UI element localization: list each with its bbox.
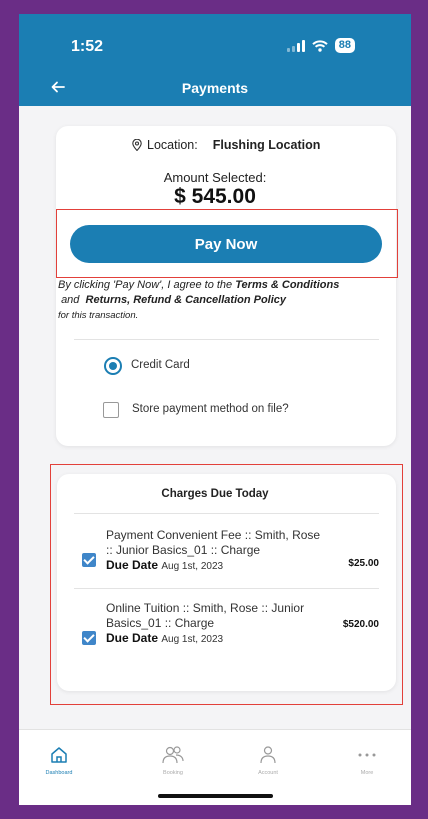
charge-amount: $25.00	[348, 558, 379, 569]
terms-text-part2: and	[61, 294, 80, 306]
due-date-label: Due Date	[106, 558, 159, 572]
amount-label: Amount Selected:	[163, 170, 267, 185]
store-payment-label[interactable]: Store payment method on file?	[132, 403, 289, 415]
tab-account[interactable]: Account	[238, 744, 298, 776]
location-label: Location:	[147, 138, 198, 152]
charges-card	[57, 474, 396, 691]
terms-text-part1: By clicking 'Pay Now', I agree to the	[58, 279, 233, 291]
charges-title: Charges Due Today	[161, 488, 269, 500]
tab-label: Account	[258, 770, 278, 776]
due-date-label: Due Date	[106, 631, 159, 645]
tab-label: More	[360, 770, 374, 776]
status-time: 1:52	[71, 38, 104, 55]
charge-item: Payment Convenient Fee :: Smith, Rose ::…	[106, 528, 321, 574]
home-icon	[51, 747, 67, 763]
divider	[74, 513, 379, 514]
refund-policy-link[interactable]: Returns, Refund & Cancellation Policy	[86, 294, 286, 306]
tab-more[interactable]: More	[337, 744, 397, 776]
pay-now-button[interactable]: Pay Now	[70, 225, 382, 263]
terms-text-part3: for this transaction.	[58, 310, 139, 321]
battery-indicator: 88	[334, 38, 355, 53]
store-payment-checkbox[interactable]	[103, 402, 119, 418]
credit-card-label[interactable]: Credit Card	[131, 359, 190, 371]
tab-label: Dashboard	[45, 770, 73, 776]
due-date-value: Aug 1st, 2023	[161, 634, 224, 645]
divider	[74, 339, 379, 340]
map-pin-icon	[132, 139, 142, 151]
status-icons: 88	[286, 38, 355, 53]
charge-checkbox[interactable]	[82, 553, 96, 567]
charge-description: Online Tuition :: Smith, Rose :: Junior …	[106, 601, 305, 630]
charge-checkbox[interactable]	[82, 631, 96, 645]
user-icon	[260, 746, 276, 764]
users-icon	[162, 746, 184, 764]
tab-label: Booking	[163, 770, 183, 776]
app-header: 1:52 88 Payments	[19, 14, 411, 106]
terms-text: By clicking 'Pay Now', I agree to the Te…	[58, 278, 378, 323]
phone-screen: 1:52 88 Payments Location: Flushing Loca	[19, 14, 411, 805]
signal-icon	[286, 39, 305, 52]
tab-dashboard[interactable]: Dashboard	[29, 744, 89, 776]
terms-conditions-link[interactable]: Terms & Conditions	[235, 279, 339, 291]
location-value: Flushing Location	[212, 138, 321, 152]
page-title: Payments	[181, 80, 249, 96]
divider	[74, 588, 379, 589]
due-date-value: Aug 1st, 2023	[161, 561, 224, 572]
more-icon	[358, 753, 376, 757]
amount-value: $ 545.00	[174, 185, 256, 208]
location-row: Location: Flushing Location	[132, 138, 320, 152]
charge-description: Payment Convenient Fee :: Smith, Rose ::…	[106, 528, 321, 557]
credit-card-radio[interactable]	[104, 357, 122, 375]
charge-item: Online Tuition :: Smith, Rose :: Junior …	[106, 601, 321, 647]
wifi-icon	[312, 39, 328, 52]
charge-amount: $520.00	[342, 619, 379, 630]
tab-booking[interactable]: Booking	[143, 744, 203, 776]
home-indicator	[158, 794, 273, 798]
